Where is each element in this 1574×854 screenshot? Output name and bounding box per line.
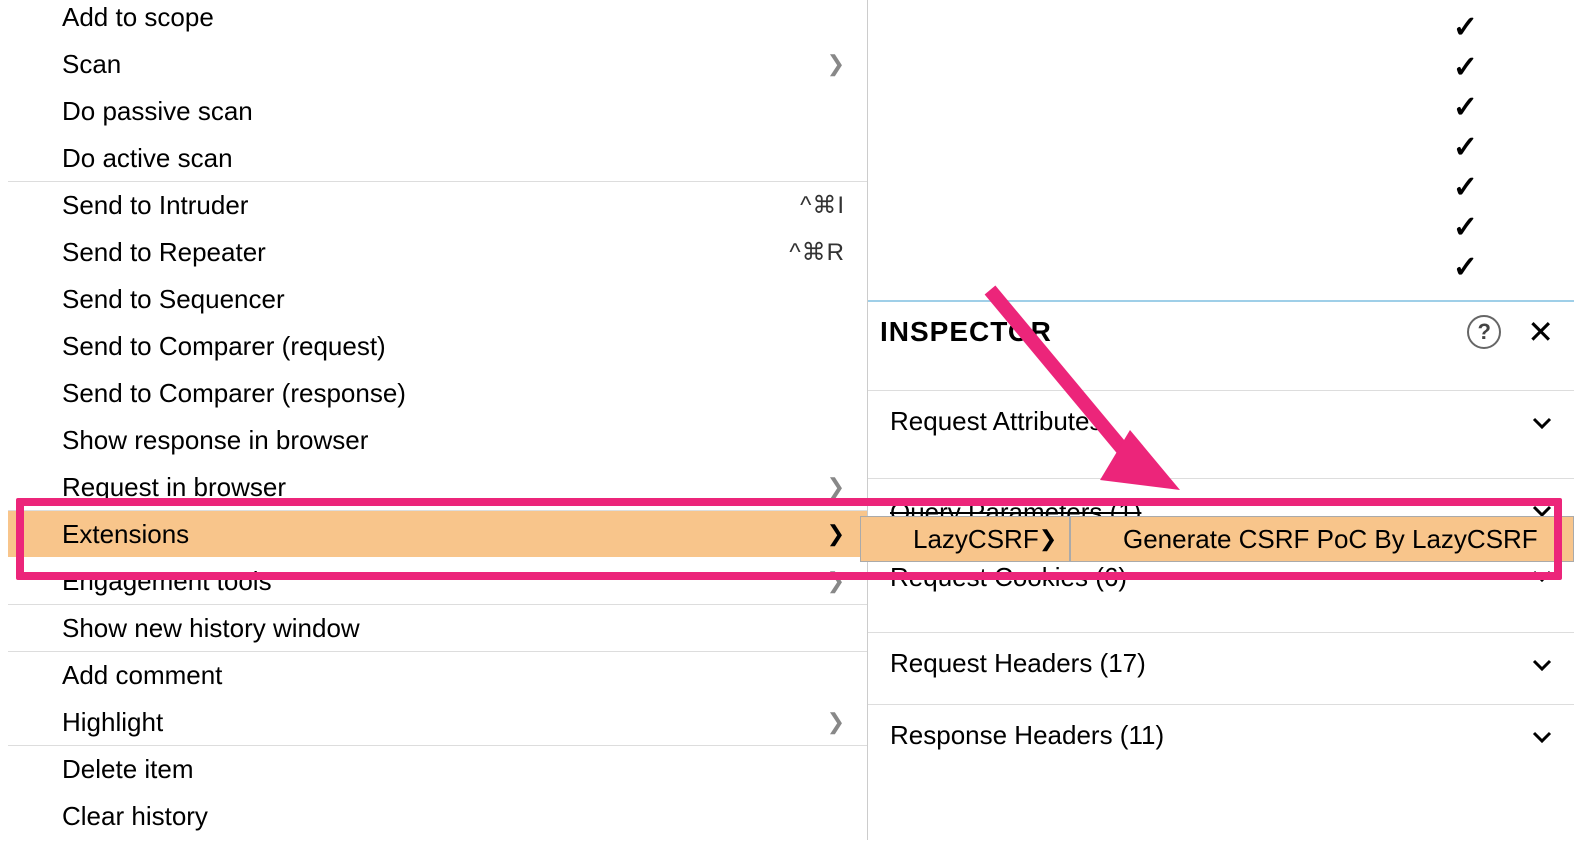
- section-label: Query Parameters (1): [890, 497, 1141, 518]
- chevron-down-icon: [1532, 409, 1552, 435]
- menu-shortcut: ^⌘R: [789, 238, 845, 267]
- help-icon[interactable]: ?: [1467, 315, 1501, 349]
- submenu-generate-csrf-poc[interactable]: Generate CSRF PoC By LazyCSRF: [1070, 516, 1574, 562]
- menu-label: Show response in browser: [62, 425, 368, 456]
- menu-label: Highlight: [62, 707, 163, 738]
- menu-label: Send to Sequencer: [62, 284, 285, 315]
- menu-label: Request in browser: [62, 472, 286, 503]
- menu-show-new-history-window[interactable]: Show new history window: [8, 605, 867, 652]
- menu-label: Send to Intruder: [62, 190, 248, 221]
- chevron-right-icon: ❯: [827, 709, 845, 735]
- inspector-response-headers[interactable]: Response Headers (11): [868, 704, 1574, 766]
- menu-label: Do passive scan: [62, 96, 253, 127]
- inspector-query-parameters[interactable]: Query Parameters (1): [868, 478, 1574, 518]
- check-icon: ✓: [1453, 208, 1478, 248]
- inspector-request-cookies[interactable]: Request Cookies (6): [868, 562, 1574, 606]
- menu-label: Scan: [62, 49, 121, 80]
- menu-clear-history[interactable]: Clear history: [8, 793, 867, 840]
- menu-label: Engagement tools: [62, 566, 272, 597]
- menu-label: Add comment: [62, 660, 222, 691]
- inspector-title: INSPECTOR: [880, 316, 1052, 348]
- chevron-down-icon: [1532, 562, 1552, 588]
- check-icon: ✓: [1453, 48, 1478, 88]
- menu-engagement-tools[interactable]: Engagement tools ❯: [8, 558, 867, 605]
- check-icon: ✓: [1453, 8, 1478, 48]
- menu-request-in-browser[interactable]: Request in browser ❯: [8, 464, 867, 511]
- context-menu: Add to scope Scan ❯ Do passive scan Do a…: [8, 0, 868, 840]
- check-column: ✓ ✓ ✓ ✓ ✓ ✓ ✓: [1453, 8, 1478, 288]
- inspector-header-icons: ? ✕: [1467, 313, 1554, 351]
- section-label: Request Headers (17): [890, 648, 1146, 679]
- chevron-right-icon: ❯: [827, 568, 845, 594]
- chevron-down-icon: [1532, 651, 1552, 677]
- right-panel: ✓ ✓ ✓ ✓ ✓ ✓ ✓ INSPECTOR ? ✕ Request Attr…: [868, 0, 1574, 854]
- menu-show-response-in-browser[interactable]: Show response in browser: [8, 417, 867, 464]
- chevron-down-icon: [1532, 723, 1552, 749]
- menu-shortcut: ^⌘I: [800, 191, 845, 220]
- menu-do-passive-scan[interactable]: Do passive scan: [8, 88, 867, 135]
- inspector-request-attributes[interactable]: Request Attributes: [868, 390, 1574, 452]
- menu-send-to-comparer-req[interactable]: Send to Comparer (request): [8, 323, 867, 370]
- menu-label: Show new history window: [62, 613, 360, 644]
- check-icon: ✓: [1453, 248, 1478, 288]
- menu-label: Send to Comparer (response): [62, 378, 406, 409]
- menu-do-active-scan[interactable]: Do active scan: [8, 135, 867, 182]
- app-root: Add to scope Scan ❯ Do passive scan Do a…: [0, 0, 1574, 854]
- menu-send-to-comparer-resp[interactable]: Send to Comparer (response): [8, 370, 867, 417]
- menu-send-to-repeater[interactable]: Send to Repeater ^⌘R: [8, 229, 867, 276]
- check-icon: ✓: [1453, 88, 1478, 128]
- menu-send-to-intruder[interactable]: Send to Intruder ^⌘I: [8, 182, 867, 229]
- menu-label: Extensions: [62, 519, 189, 550]
- inspector-header: INSPECTOR ? ✕: [868, 300, 1574, 362]
- section-label: Request Attributes: [890, 406, 1102, 437]
- chevron-down-icon: [1532, 497, 1552, 518]
- submenu-label: Generate CSRF PoC By LazyCSRF: [1123, 524, 1538, 555]
- chevron-right-icon: ❯: [1039, 526, 1057, 552]
- menu-delete-item[interactable]: Delete item: [8, 746, 867, 793]
- check-icon: ✓: [1453, 128, 1478, 168]
- inspector-request-headers[interactable]: Request Headers (17): [868, 632, 1574, 694]
- chevron-right-icon: ❯: [827, 51, 845, 77]
- submenu-label: LazyCSRF: [913, 524, 1039, 555]
- menu-scan[interactable]: Scan ❯: [8, 41, 867, 88]
- submenu-lazycsrf[interactable]: LazyCSRF ❯: [860, 516, 1070, 562]
- menu-send-to-sequencer[interactable]: Send to Sequencer: [8, 276, 867, 323]
- menu-label: Send to Repeater: [62, 237, 266, 268]
- close-icon[interactable]: ✕: [1527, 313, 1554, 351]
- menu-label: Send to Comparer (request): [62, 331, 386, 362]
- chevron-right-icon: ❯: [827, 521, 845, 547]
- menu-highlight[interactable]: Highlight ❯: [8, 699, 867, 746]
- menu-extensions[interactable]: Extensions ❯: [8, 511, 867, 558]
- check-icon: ✓: [1453, 168, 1478, 208]
- menu-label: Clear history: [62, 801, 208, 832]
- menu-label: Do active scan: [62, 143, 233, 174]
- section-label: Response Headers (11): [890, 720, 1164, 751]
- section-label: Request Cookies (6): [890, 562, 1127, 593]
- menu-label: Add to scope: [62, 2, 214, 33]
- menu-add-to-scope[interactable]: Add to scope: [8, 0, 867, 41]
- chevron-right-icon: ❯: [827, 474, 845, 500]
- menu-add-comment[interactable]: Add comment: [8, 652, 867, 699]
- menu-label: Delete item: [62, 754, 194, 785]
